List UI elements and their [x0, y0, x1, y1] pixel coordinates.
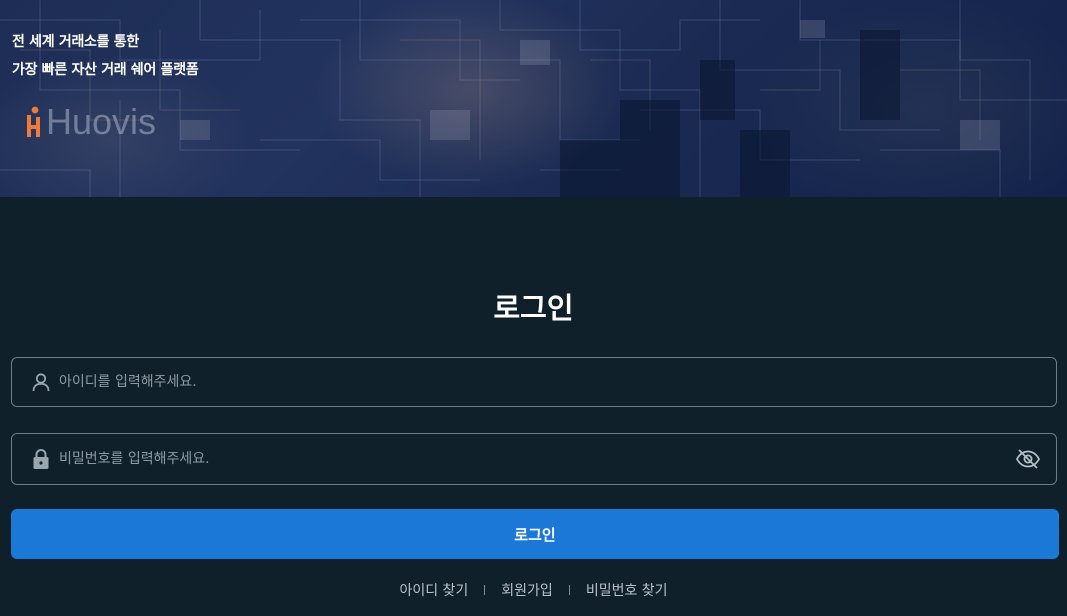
- signup-link[interactable]: 회원가입: [501, 580, 553, 600]
- password-input[interactable]: [59, 434, 999, 484]
- brand-logo: Huovis: [22, 100, 156, 144]
- user-icon: [30, 371, 52, 393]
- link-divider: [568, 585, 570, 595]
- link-divider: [484, 585, 486, 595]
- lock-icon: [30, 448, 52, 470]
- find-password-link[interactable]: 비밀번호 찾기: [586, 580, 668, 600]
- find-id-link[interactable]: 아이디 찾기: [399, 580, 468, 600]
- password-field[interactable]: [11, 433, 1057, 485]
- login-page: 전 세계 거래소를 통한 가장 빠른 자산 거래 쉐어 플랫폼 Huovis 로…: [0, 0, 1067, 616]
- hero-banner: 전 세계 거래소를 통한 가장 빠른 자산 거래 쉐어 플랫폼 Huovis: [0, 0, 1067, 197]
- banner-tagline-line1: 전 세계 거래소를 통한: [12, 34, 139, 50]
- id-input[interactable]: [59, 358, 999, 406]
- banner-tagline-line2: 가장 빠른 자산 거래 쉐어 플랫폼: [12, 62, 199, 78]
- banner-tagline: 전 세계 거래소를 통한 가장 빠른 자산 거래 쉐어 플랫폼: [12, 28, 199, 84]
- page-title: 로그인: [493, 291, 574, 325]
- eye-off-icon[interactable]: [1015, 448, 1041, 470]
- huovis-figure-logo-icon: [27, 106, 40, 137]
- login-button[interactable]: 로그인: [11, 509, 1059, 559]
- brand-name: Huovis: [46, 101, 157, 142]
- account-links: 아이디 찾기 회원가입 비밀번호 찾기: [0, 578, 1067, 602]
- id-field[interactable]: [11, 357, 1057, 407]
